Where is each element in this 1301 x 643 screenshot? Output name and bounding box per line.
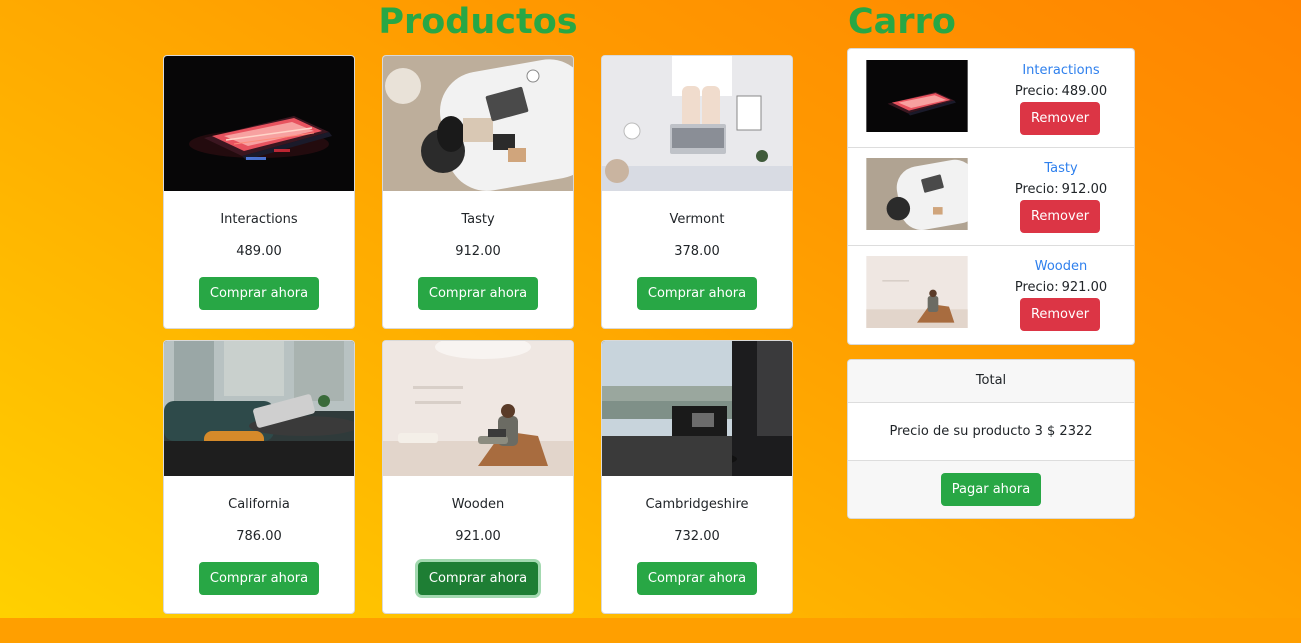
product-price: 732.00 [674, 529, 720, 544]
footer-strip [0, 618, 1301, 643]
cart-item-price: Precio: 921.00 [998, 280, 1124, 295]
cart-item: Interactions Precio: 489.00 Remover [848, 49, 1134, 148]
buy-now-button[interactable]: Comprar ahora [199, 277, 319, 310]
buy-now-button[interactable]: Comprar ahora [637, 277, 757, 310]
product-price: 378.00 [674, 244, 720, 259]
cart-list: Interactions Precio: 489.00 Remover Tasty… [847, 48, 1135, 345]
price-label: Precio: [1014, 280, 1059, 295]
product-name: Tasty [461, 212, 495, 227]
product-card: California 786.00 Comprar ahora [163, 340, 355, 614]
buy-now-button[interactable]: Comprar ahora [418, 277, 538, 310]
price-label: Precio: [1014, 182, 1059, 197]
cart-item-image [866, 60, 968, 132]
price-value: 489.00 [1061, 84, 1108, 99]
product-price: 921.00 [455, 529, 501, 544]
product-name: Interactions [220, 212, 298, 227]
cart-item-image [866, 158, 968, 230]
cart-title: Carro [848, 2, 956, 42]
total-card: Total Precio de su producto 3 $ 2322 Pag… [847, 359, 1135, 519]
product-card: Wooden 921.00 Comprar ahora [382, 340, 574, 614]
product-card: Tasty 912.00 Comprar ahora [382, 55, 574, 329]
product-image [602, 56, 792, 191]
product-name: Vermont [669, 212, 725, 227]
buy-now-button[interactable]: Comprar ahora [199, 562, 319, 595]
remove-button[interactable]: Remover [1020, 102, 1100, 135]
product-name: Cambridgeshire [645, 497, 749, 512]
cart-item: Wooden Precio: 921.00 Remover [848, 245, 1134, 343]
total-footer: Pagar ahora [848, 461, 1134, 518]
product-card: Cambridgeshire 732.00 Comprar ahora [601, 340, 793, 614]
price-value: 912.00 [1061, 182, 1108, 197]
cart-item-name-link[interactable]: Interactions [998, 63, 1124, 78]
product-price: 489.00 [236, 244, 282, 259]
cart-item-price: Precio: 489.00 [998, 84, 1124, 99]
product-image [383, 341, 573, 476]
cart-item: Tasty Precio: 912.00 Remover [848, 147, 1134, 246]
price-value: 921.00 [1061, 280, 1108, 295]
product-price: 912.00 [455, 244, 501, 259]
pay-now-button[interactable]: Pagar ahora [941, 473, 1041, 506]
cart-item-image [866, 256, 968, 328]
price-label: Precio: [1014, 84, 1059, 99]
buy-now-button[interactable]: Comprar ahora [637, 562, 757, 595]
product-price: 786.00 [236, 529, 282, 544]
product-name: California [228, 497, 290, 512]
product-name: Wooden [451, 497, 505, 512]
total-summary: Precio de su producto 3 $ 2322 [848, 403, 1134, 461]
products-title: Productos [378, 2, 578, 42]
product-image [164, 56, 354, 191]
product-image [383, 56, 573, 191]
buy-now-button[interactable]: Comprar ahora [418, 562, 538, 595]
product-card: Vermont 378.00 Comprar ahora [601, 55, 793, 329]
product-image [602, 341, 792, 476]
product-card: Interactions 489.00 Comprar ahora [163, 55, 355, 329]
remove-button[interactable]: Remover [1020, 200, 1100, 233]
cart-item-name-link[interactable]: Wooden [998, 259, 1124, 274]
product-image [164, 341, 354, 476]
cart-item-price: Precio: 912.00 [998, 182, 1124, 197]
cart-item-name-link[interactable]: Tasty [998, 161, 1124, 176]
remove-button[interactable]: Remover [1020, 298, 1100, 331]
total-header: Total [848, 360, 1134, 403]
